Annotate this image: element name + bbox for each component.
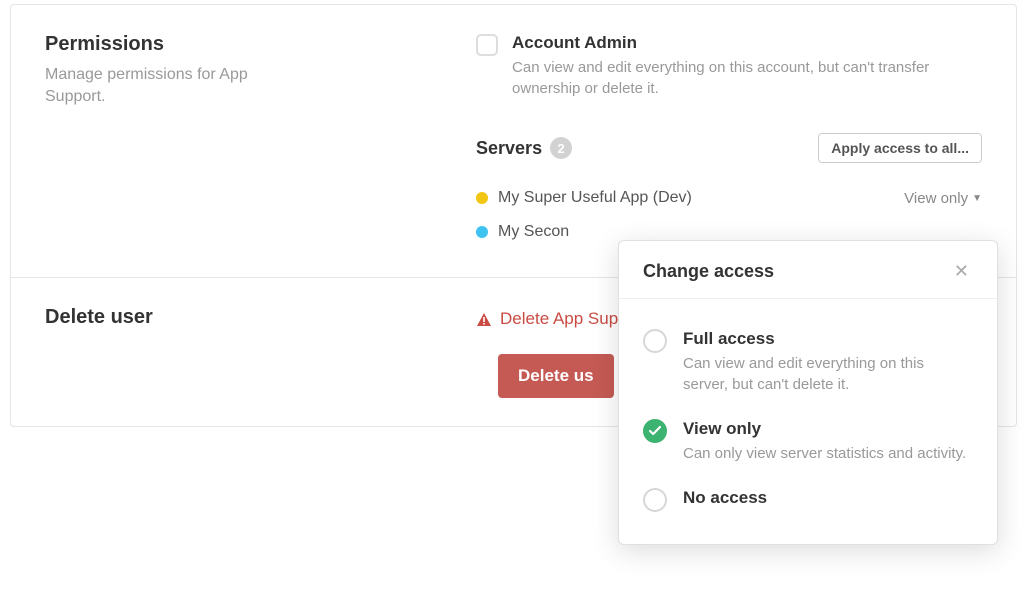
radio-icon xyxy=(643,488,667,512)
access-option-view-only[interactable]: View only Can only view server statistic… xyxy=(643,407,973,476)
server-access-label: View only xyxy=(904,190,968,207)
delete-user-title: Delete user xyxy=(45,306,476,329)
access-option-desc: Can view and edit everything on this ser… xyxy=(683,353,973,395)
access-option-no-access[interactable]: No access xyxy=(643,476,973,524)
status-dot-icon xyxy=(476,192,488,204)
close-icon[interactable]: ✕ xyxy=(950,261,973,282)
servers-heading: Servers xyxy=(476,138,542,159)
access-option-full[interactable]: Full access Can view and edit everything… xyxy=(643,317,973,407)
change-access-popover: Change access ✕ Full access Can view and… xyxy=(618,240,998,545)
server-name: My Super Useful App (Dev) xyxy=(498,189,904,207)
access-option-title: No access xyxy=(683,488,767,508)
account-admin-title: Account Admin xyxy=(512,33,982,53)
radio-icon xyxy=(643,329,667,353)
radio-selected-icon xyxy=(643,419,667,443)
server-name: My Secon xyxy=(498,223,982,241)
popover-title: Change access xyxy=(643,261,950,282)
permissions-title: Permissions xyxy=(45,33,476,56)
permissions-section: Permissions Manage permissions for App S… xyxy=(11,5,1016,277)
servers-count-badge: 2 xyxy=(550,137,572,159)
status-dot-icon xyxy=(476,226,488,238)
warning-triangle-icon xyxy=(476,310,492,336)
apply-access-to-all-button[interactable]: Apply access to all... xyxy=(818,133,982,163)
permissions-desc: Manage permissions for App Support. xyxy=(45,64,265,109)
server-row: My Super Useful App (Dev) View only ▼ xyxy=(476,181,982,215)
server-access-dropdown[interactable]: View only ▼ xyxy=(904,190,982,207)
access-option-title: View only xyxy=(683,419,966,439)
account-admin-desc: Can view and edit everything on this acc… xyxy=(512,57,982,99)
access-option-title: Full access xyxy=(683,329,973,349)
chevron-down-icon: ▼ xyxy=(972,193,982,204)
account-admin-checkbox[interactable] xyxy=(476,34,498,56)
access-option-desc: Can only view server statistics and acti… xyxy=(683,443,966,464)
delete-user-button[interactable]: Delete us xyxy=(498,354,614,398)
